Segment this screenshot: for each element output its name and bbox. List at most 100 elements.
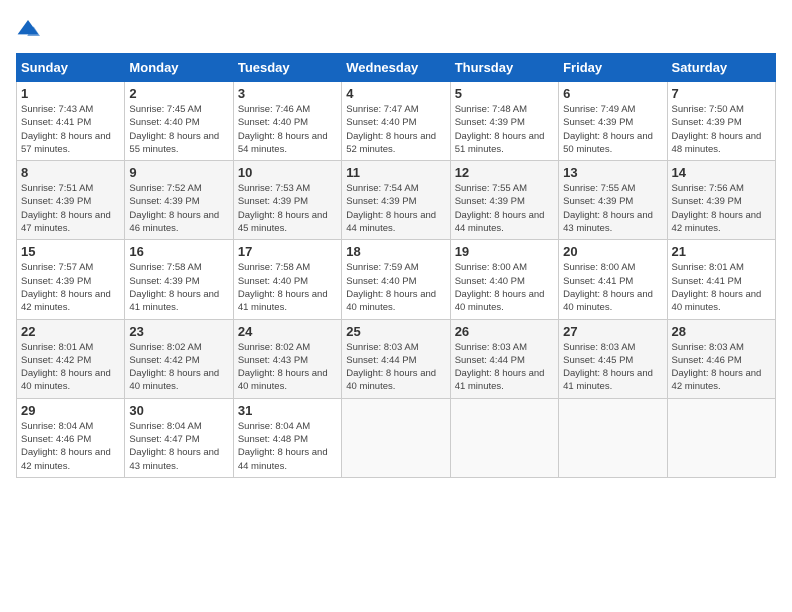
calendar-week-2: 8 Sunrise: 7:51 AM Sunset: 4:39 PM Dayli… — [17, 161, 776, 240]
calendar-cell: 20 Sunrise: 8:00 AM Sunset: 4:41 PM Dayl… — [559, 240, 667, 319]
calendar-cell: 15 Sunrise: 7:57 AM Sunset: 4:39 PM Dayl… — [17, 240, 125, 319]
day-number: 22 — [21, 324, 120, 339]
calendar-cell: 2 Sunrise: 7:45 AM Sunset: 4:40 PM Dayli… — [125, 82, 233, 161]
day-number: 26 — [455, 324, 554, 339]
calendar-cell: 23 Sunrise: 8:02 AM Sunset: 4:42 PM Dayl… — [125, 319, 233, 398]
day-info: Sunrise: 7:43 AM Sunset: 4:41 PM Dayligh… — [21, 103, 120, 156]
weekday-thursday: Thursday — [450, 54, 558, 82]
calendar-week-5: 29 Sunrise: 8:04 AM Sunset: 4:46 PM Dayl… — [17, 398, 776, 477]
calendar-cell: 27 Sunrise: 8:03 AM Sunset: 4:45 PM Dayl… — [559, 319, 667, 398]
calendar-cell: 6 Sunrise: 7:49 AM Sunset: 4:39 PM Dayli… — [559, 82, 667, 161]
calendar-cell: 30 Sunrise: 8:04 AM Sunset: 4:47 PM Dayl… — [125, 398, 233, 477]
calendar-cell: 29 Sunrise: 8:04 AM Sunset: 4:46 PM Dayl… — [17, 398, 125, 477]
calendar-cell: 24 Sunrise: 8:02 AM Sunset: 4:43 PM Dayl… — [233, 319, 341, 398]
weekday-tuesday: Tuesday — [233, 54, 341, 82]
calendar-cell: 22 Sunrise: 8:01 AM Sunset: 4:42 PM Dayl… — [17, 319, 125, 398]
day-number: 5 — [455, 86, 554, 101]
calendar-body: 1 Sunrise: 7:43 AM Sunset: 4:41 PM Dayli… — [17, 82, 776, 478]
weekday-sunday: Sunday — [17, 54, 125, 82]
day-number: 20 — [563, 244, 662, 259]
calendar-cell: 1 Sunrise: 7:43 AM Sunset: 4:41 PM Dayli… — [17, 82, 125, 161]
calendar-week-1: 1 Sunrise: 7:43 AM Sunset: 4:41 PM Dayli… — [17, 82, 776, 161]
day-info: Sunrise: 7:57 AM Sunset: 4:39 PM Dayligh… — [21, 261, 120, 314]
calendar-cell: 21 Sunrise: 8:01 AM Sunset: 4:41 PM Dayl… — [667, 240, 775, 319]
day-number: 23 — [129, 324, 228, 339]
day-info: Sunrise: 7:58 AM Sunset: 4:39 PM Dayligh… — [129, 261, 228, 314]
calendar-cell: 3 Sunrise: 7:46 AM Sunset: 4:40 PM Dayli… — [233, 82, 341, 161]
calendar-week-4: 22 Sunrise: 8:01 AM Sunset: 4:42 PM Dayl… — [17, 319, 776, 398]
day-info: Sunrise: 8:00 AM Sunset: 4:41 PM Dayligh… — [563, 261, 662, 314]
day-number: 11 — [346, 165, 445, 180]
day-info: Sunrise: 8:01 AM Sunset: 4:42 PM Dayligh… — [21, 341, 120, 394]
day-info: Sunrise: 7:56 AM Sunset: 4:39 PM Dayligh… — [672, 182, 771, 235]
calendar-cell — [450, 398, 558, 477]
day-number: 13 — [563, 165, 662, 180]
day-info: Sunrise: 8:03 AM Sunset: 4:46 PM Dayligh… — [672, 341, 771, 394]
calendar-cell: 12 Sunrise: 7:55 AM Sunset: 4:39 PM Dayl… — [450, 161, 558, 240]
day-info: Sunrise: 8:00 AM Sunset: 4:40 PM Dayligh… — [455, 261, 554, 314]
calendar-cell: 18 Sunrise: 7:59 AM Sunset: 4:40 PM Dayl… — [342, 240, 450, 319]
weekday-saturday: Saturday — [667, 54, 775, 82]
day-number: 10 — [238, 165, 337, 180]
day-number: 17 — [238, 244, 337, 259]
day-info: Sunrise: 7:47 AM Sunset: 4:40 PM Dayligh… — [346, 103, 445, 156]
day-number: 27 — [563, 324, 662, 339]
day-info: Sunrise: 7:45 AM Sunset: 4:40 PM Dayligh… — [129, 103, 228, 156]
day-number: 6 — [563, 86, 662, 101]
calendar-cell: 13 Sunrise: 7:55 AM Sunset: 4:39 PM Dayl… — [559, 161, 667, 240]
day-info: Sunrise: 7:52 AM Sunset: 4:39 PM Dayligh… — [129, 182, 228, 235]
day-number: 2 — [129, 86, 228, 101]
day-info: Sunrise: 8:02 AM Sunset: 4:42 PM Dayligh… — [129, 341, 228, 394]
calendar-cell: 28 Sunrise: 8:03 AM Sunset: 4:46 PM Dayl… — [667, 319, 775, 398]
calendar-cell: 5 Sunrise: 7:48 AM Sunset: 4:39 PM Dayli… — [450, 82, 558, 161]
day-number: 16 — [129, 244, 228, 259]
calendar-cell: 16 Sunrise: 7:58 AM Sunset: 4:39 PM Dayl… — [125, 240, 233, 319]
day-number: 4 — [346, 86, 445, 101]
calendar-cell: 9 Sunrise: 7:52 AM Sunset: 4:39 PM Dayli… — [125, 161, 233, 240]
day-number: 15 — [21, 244, 120, 259]
weekday-wednesday: Wednesday — [342, 54, 450, 82]
calendar-table: SundayMondayTuesdayWednesdayThursdayFrid… — [16, 53, 776, 478]
day-info: Sunrise: 7:59 AM Sunset: 4:40 PM Dayligh… — [346, 261, 445, 314]
day-info: Sunrise: 8:02 AM Sunset: 4:43 PM Dayligh… — [238, 341, 337, 394]
day-number: 3 — [238, 86, 337, 101]
calendar-cell: 19 Sunrise: 8:00 AM Sunset: 4:40 PM Dayl… — [450, 240, 558, 319]
day-number: 18 — [346, 244, 445, 259]
day-info: Sunrise: 7:48 AM Sunset: 4:39 PM Dayligh… — [455, 103, 554, 156]
day-number: 1 — [21, 86, 120, 101]
calendar-cell: 4 Sunrise: 7:47 AM Sunset: 4:40 PM Dayli… — [342, 82, 450, 161]
weekday-monday: Monday — [125, 54, 233, 82]
day-info: Sunrise: 7:46 AM Sunset: 4:40 PM Dayligh… — [238, 103, 337, 156]
day-number: 30 — [129, 403, 228, 418]
calendar-cell: 11 Sunrise: 7:54 AM Sunset: 4:39 PM Dayl… — [342, 161, 450, 240]
day-number: 28 — [672, 324, 771, 339]
weekday-header-row: SundayMondayTuesdayWednesdayThursdayFrid… — [17, 54, 776, 82]
day-info: Sunrise: 7:51 AM Sunset: 4:39 PM Dayligh… — [21, 182, 120, 235]
day-number: 24 — [238, 324, 337, 339]
day-info: Sunrise: 7:50 AM Sunset: 4:39 PM Dayligh… — [672, 103, 771, 156]
calendar-cell: 17 Sunrise: 7:58 AM Sunset: 4:40 PM Dayl… — [233, 240, 341, 319]
calendar-cell: 14 Sunrise: 7:56 AM Sunset: 4:39 PM Dayl… — [667, 161, 775, 240]
day-info: Sunrise: 7:58 AM Sunset: 4:40 PM Dayligh… — [238, 261, 337, 314]
calendar-cell — [667, 398, 775, 477]
calendar-cell: 26 Sunrise: 8:03 AM Sunset: 4:44 PM Dayl… — [450, 319, 558, 398]
calendar-cell — [559, 398, 667, 477]
day-info: Sunrise: 8:03 AM Sunset: 4:44 PM Dayligh… — [455, 341, 554, 394]
day-number: 9 — [129, 165, 228, 180]
calendar-cell: 7 Sunrise: 7:50 AM Sunset: 4:39 PM Dayli… — [667, 82, 775, 161]
day-info: Sunrise: 8:04 AM Sunset: 4:47 PM Dayligh… — [129, 420, 228, 473]
calendar-week-3: 15 Sunrise: 7:57 AM Sunset: 4:39 PM Dayl… — [17, 240, 776, 319]
logo-icon — [16, 16, 40, 40]
day-number: 8 — [21, 165, 120, 180]
calendar-cell: 8 Sunrise: 7:51 AM Sunset: 4:39 PM Dayli… — [17, 161, 125, 240]
day-info: Sunrise: 7:49 AM Sunset: 4:39 PM Dayligh… — [563, 103, 662, 156]
page-header — [16, 16, 776, 45]
day-number: 12 — [455, 165, 554, 180]
day-info: Sunrise: 8:03 AM Sunset: 4:45 PM Dayligh… — [563, 341, 662, 394]
calendar-cell: 31 Sunrise: 8:04 AM Sunset: 4:48 PM Dayl… — [233, 398, 341, 477]
day-info: Sunrise: 7:55 AM Sunset: 4:39 PM Dayligh… — [563, 182, 662, 235]
day-number: 21 — [672, 244, 771, 259]
day-info: Sunrise: 7:54 AM Sunset: 4:39 PM Dayligh… — [346, 182, 445, 235]
day-info: Sunrise: 8:04 AM Sunset: 4:48 PM Dayligh… — [238, 420, 337, 473]
day-info: Sunrise: 8:03 AM Sunset: 4:44 PM Dayligh… — [346, 341, 445, 394]
